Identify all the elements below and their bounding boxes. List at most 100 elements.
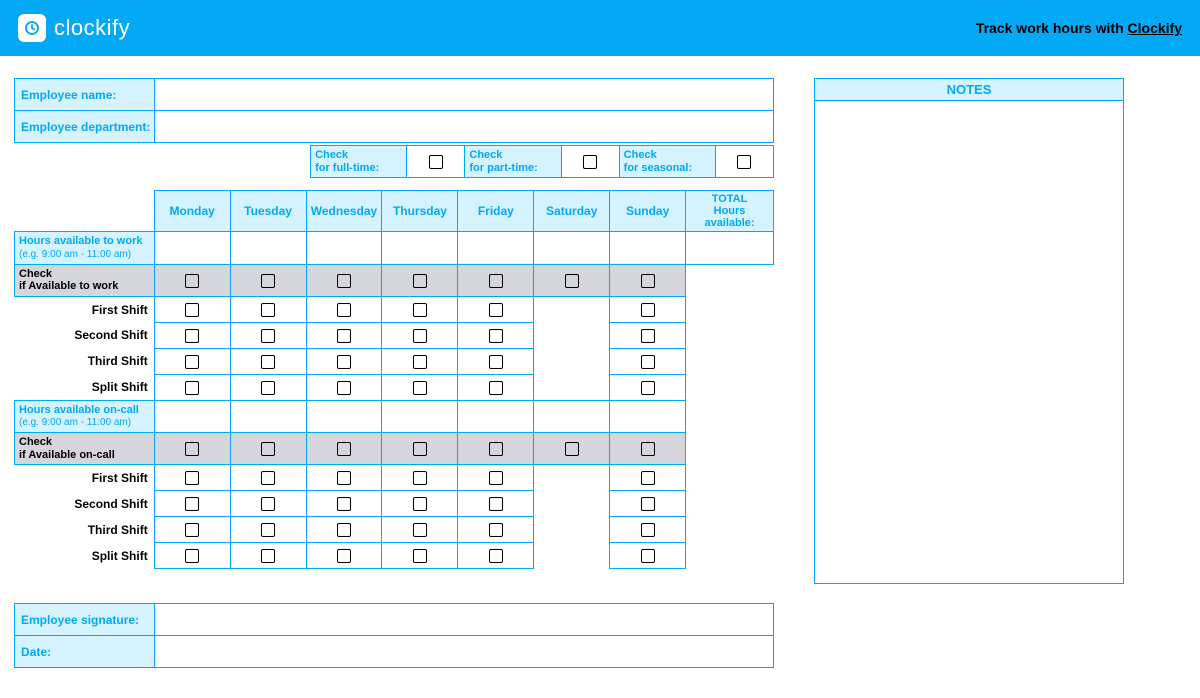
table-cell[interactable] [230,348,306,374]
table-cell[interactable] [306,348,382,374]
brand-text: clockify [54,15,130,41]
avail-work-sat[interactable] [534,264,610,296]
table-cell[interactable] [154,348,230,374]
hours-work-sat[interactable] [534,232,610,264]
table-cell[interactable] [610,374,686,400]
table-cell[interactable] [382,491,458,517]
clockify-link[interactable]: Clockify [1128,20,1182,36]
table-cell[interactable] [610,543,686,569]
notes-header: NOTES [815,79,1123,101]
table-cell[interactable] [458,491,534,517]
table-cell[interactable] [306,296,382,322]
table-cell[interactable] [382,296,458,322]
hours-oncall-thu[interactable] [382,400,458,432]
employee-name-input[interactable] [155,79,774,111]
table-cell[interactable] [306,517,382,543]
table-cell[interactable] [230,374,306,400]
table-cell[interactable] [382,348,458,374]
hours-work-total[interactable] [686,232,774,264]
table-cell[interactable] [306,491,382,517]
table-cell[interactable] [230,543,306,569]
hours-oncall-sun[interactable] [610,400,686,432]
hours-work-mon[interactable] [154,232,230,264]
employee-meta-table: Employee name: Employee department: [14,78,774,143]
parttime-label: Check for part-time: [465,146,561,178]
avail-work-sun[interactable] [610,264,686,296]
employee-dept-input[interactable] [155,111,774,143]
table-cell[interactable] [154,374,230,400]
table-cell[interactable] [610,296,686,322]
hours-oncall-mon[interactable] [154,400,230,432]
table-cell[interactable] [382,374,458,400]
shift-label: Split Shift [15,543,155,569]
table-cell[interactable] [154,491,230,517]
avail-oncall-sun[interactable] [610,433,686,465]
col-friday: Friday [458,191,534,232]
hours-work-tue[interactable] [230,232,306,264]
date-input[interactable] [155,636,774,668]
hours-oncall-wed[interactable] [306,400,382,432]
table-cell[interactable] [382,322,458,348]
fulltime-checkbox[interactable] [407,146,465,178]
hours-oncall-tue[interactable] [230,400,306,432]
table-cell[interactable] [382,517,458,543]
shift-label: First Shift [15,296,155,322]
table-cell[interactable] [610,322,686,348]
table-cell[interactable] [458,296,534,322]
signature-input[interactable] [155,604,774,636]
avail-oncall-thu[interactable] [382,433,458,465]
table-cell[interactable] [610,465,686,491]
hours-oncall-fri[interactable] [458,400,534,432]
avail-work-mon[interactable] [154,264,230,296]
avail-oncall-sat[interactable] [534,433,610,465]
table-cell[interactable] [458,348,534,374]
employee-dept-label: Employee department: [15,111,155,143]
table-cell[interactable] [306,322,382,348]
table-cell[interactable] [154,296,230,322]
table-cell[interactable] [458,322,534,348]
table-cell[interactable] [154,465,230,491]
date-label: Date: [15,636,155,668]
avail-oncall-tue[interactable] [230,433,306,465]
table-cell[interactable] [382,465,458,491]
table-cell[interactable] [458,374,534,400]
hours-work-fri[interactable] [458,232,534,264]
avail-oncall-wed[interactable] [306,433,382,465]
seasonal-checkbox[interactable] [715,146,773,178]
table-cell[interactable] [382,543,458,569]
shift-label: Third Shift [15,348,155,374]
table-cell[interactable] [610,517,686,543]
hours-work-sun[interactable] [610,232,686,264]
table-cell[interactable] [306,543,382,569]
check-avail-oncall-label: Check if Available on-call [15,433,155,465]
table-cell[interactable] [458,543,534,569]
avail-oncall-mon[interactable] [154,433,230,465]
shift-label: Third Shift [15,517,155,543]
table-cell[interactable] [230,296,306,322]
table-cell[interactable] [610,491,686,517]
avail-work-tue[interactable] [230,264,306,296]
avail-work-fri[interactable] [458,264,534,296]
table-cell[interactable] [306,374,382,400]
table-cell[interactable] [230,322,306,348]
table-cell[interactable] [154,543,230,569]
col-wednesday: Wednesday [306,191,382,232]
avail-oncall-fri[interactable] [458,433,534,465]
table-cell[interactable] [154,322,230,348]
parttime-checkbox[interactable] [561,146,619,178]
table-cell[interactable] [154,517,230,543]
shift-label: First Shift [15,465,155,491]
table-cell[interactable] [306,465,382,491]
table-cell[interactable] [230,517,306,543]
notes-body[interactable] [815,101,1123,582]
hours-work-thu[interactable] [382,232,458,264]
table-cell[interactable] [458,517,534,543]
hours-work-wed[interactable] [306,232,382,264]
table-cell[interactable] [230,465,306,491]
avail-work-wed[interactable] [306,264,382,296]
hours-oncall-sat[interactable] [534,400,610,432]
table-cell[interactable] [458,465,534,491]
table-cell[interactable] [610,348,686,374]
avail-work-thu[interactable] [382,264,458,296]
table-cell[interactable] [230,491,306,517]
